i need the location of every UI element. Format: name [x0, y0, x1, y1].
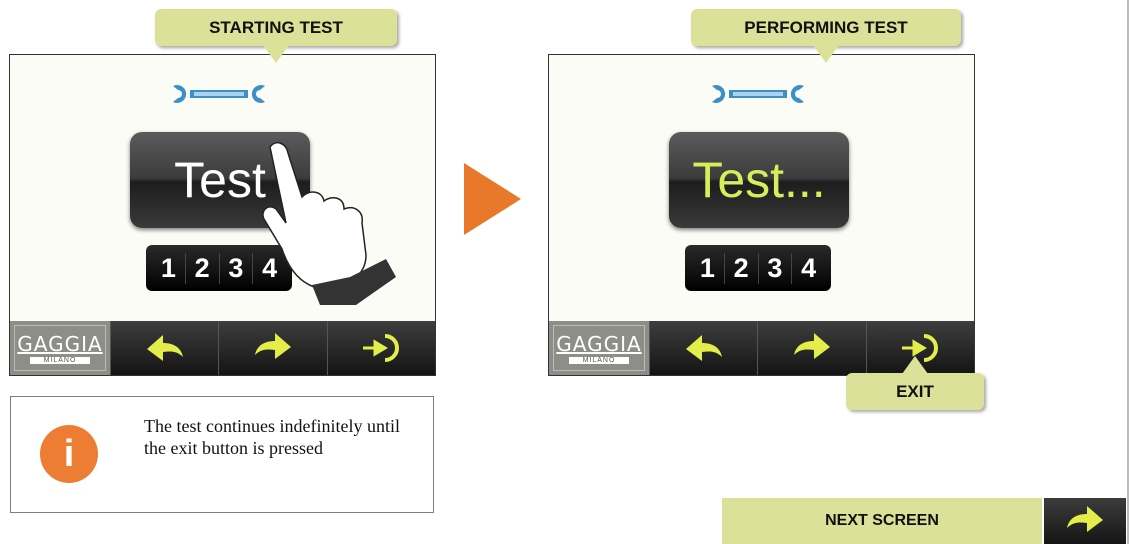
right-device-screen: Test... 1 2 3 4 GAGGIA MILANO [548, 54, 975, 376]
info-icon: i [40, 425, 98, 483]
performing-test-callout: PERFORMING TEST [691, 9, 961, 63]
logo-subtext: MILANO [568, 356, 630, 364]
digit-1[interactable]: 1 [691, 253, 724, 284]
back-arrow-icon [685, 335, 722, 361]
forward-button[interactable] [757, 321, 866, 375]
digit-2[interactable]: 2 [723, 252, 758, 284]
starting-test-callout-label: STARTING TEST [209, 17, 343, 37]
info-note: i The test continues indefinitely until … [10, 396, 434, 513]
next-screen-arrow-button[interactable] [1044, 498, 1126, 544]
gaggia-logo: GAGGIA MILANO [549, 321, 649, 375]
program-selector[interactable]: 1 2 3 4 [685, 245, 831, 291]
digit-4[interactable]: 4 [791, 252, 825, 284]
test-running-label: Test... [692, 152, 826, 208]
wrench-icon [712, 85, 804, 103]
back-button[interactable] [649, 321, 758, 375]
forward-arrow-icon [793, 333, 830, 359]
starting-test-callout: STARTING TEST [155, 9, 397, 63]
back-button[interactable] [110, 321, 219, 375]
forward-arrow-icon [254, 333, 291, 359]
exit-callout: EXIT [846, 356, 984, 410]
next-screen-label: NEXT SCREEN [825, 512, 939, 529]
exit-icon [363, 334, 400, 362]
next-step-arrow [464, 163, 521, 235]
gaggia-logo: GAGGIA MILANO [10, 321, 110, 375]
digit-2[interactable]: 2 [184, 252, 219, 284]
forward-button[interactable] [218, 321, 327, 375]
logo-text: GAGGIA [556, 331, 642, 356]
logo-text: GAGGIA [17, 331, 103, 356]
performing-test-callout-label: PERFORMING TEST [744, 17, 908, 37]
test-button-label: Test [174, 152, 266, 208]
digit-3[interactable]: 3 [218, 252, 253, 284]
digit-3[interactable]: 3 [757, 252, 792, 284]
pointing-hand-icon [262, 142, 396, 305]
wrench-icon [173, 85, 265, 103]
exit-callout-label: EXIT [896, 381, 934, 401]
test-running-button[interactable]: Test... [669, 132, 849, 228]
logo-subtext: MILANO [29, 356, 91, 364]
back-arrow-icon [146, 335, 183, 361]
info-text: The test continues indefinitely until th… [144, 416, 400, 458]
bottom-nav-bar: GAGGIA MILANO [10, 321, 435, 375]
left-device-screen: Test 1 2 3 4 GAGGIA MILANO [9, 54, 436, 376]
next-screen-button[interactable]: NEXT SCREEN [722, 498, 1042, 544]
exit-button[interactable] [326, 321, 435, 375]
digit-1[interactable]: 1 [152, 253, 185, 284]
forward-arrow-icon [1067, 506, 1103, 532]
